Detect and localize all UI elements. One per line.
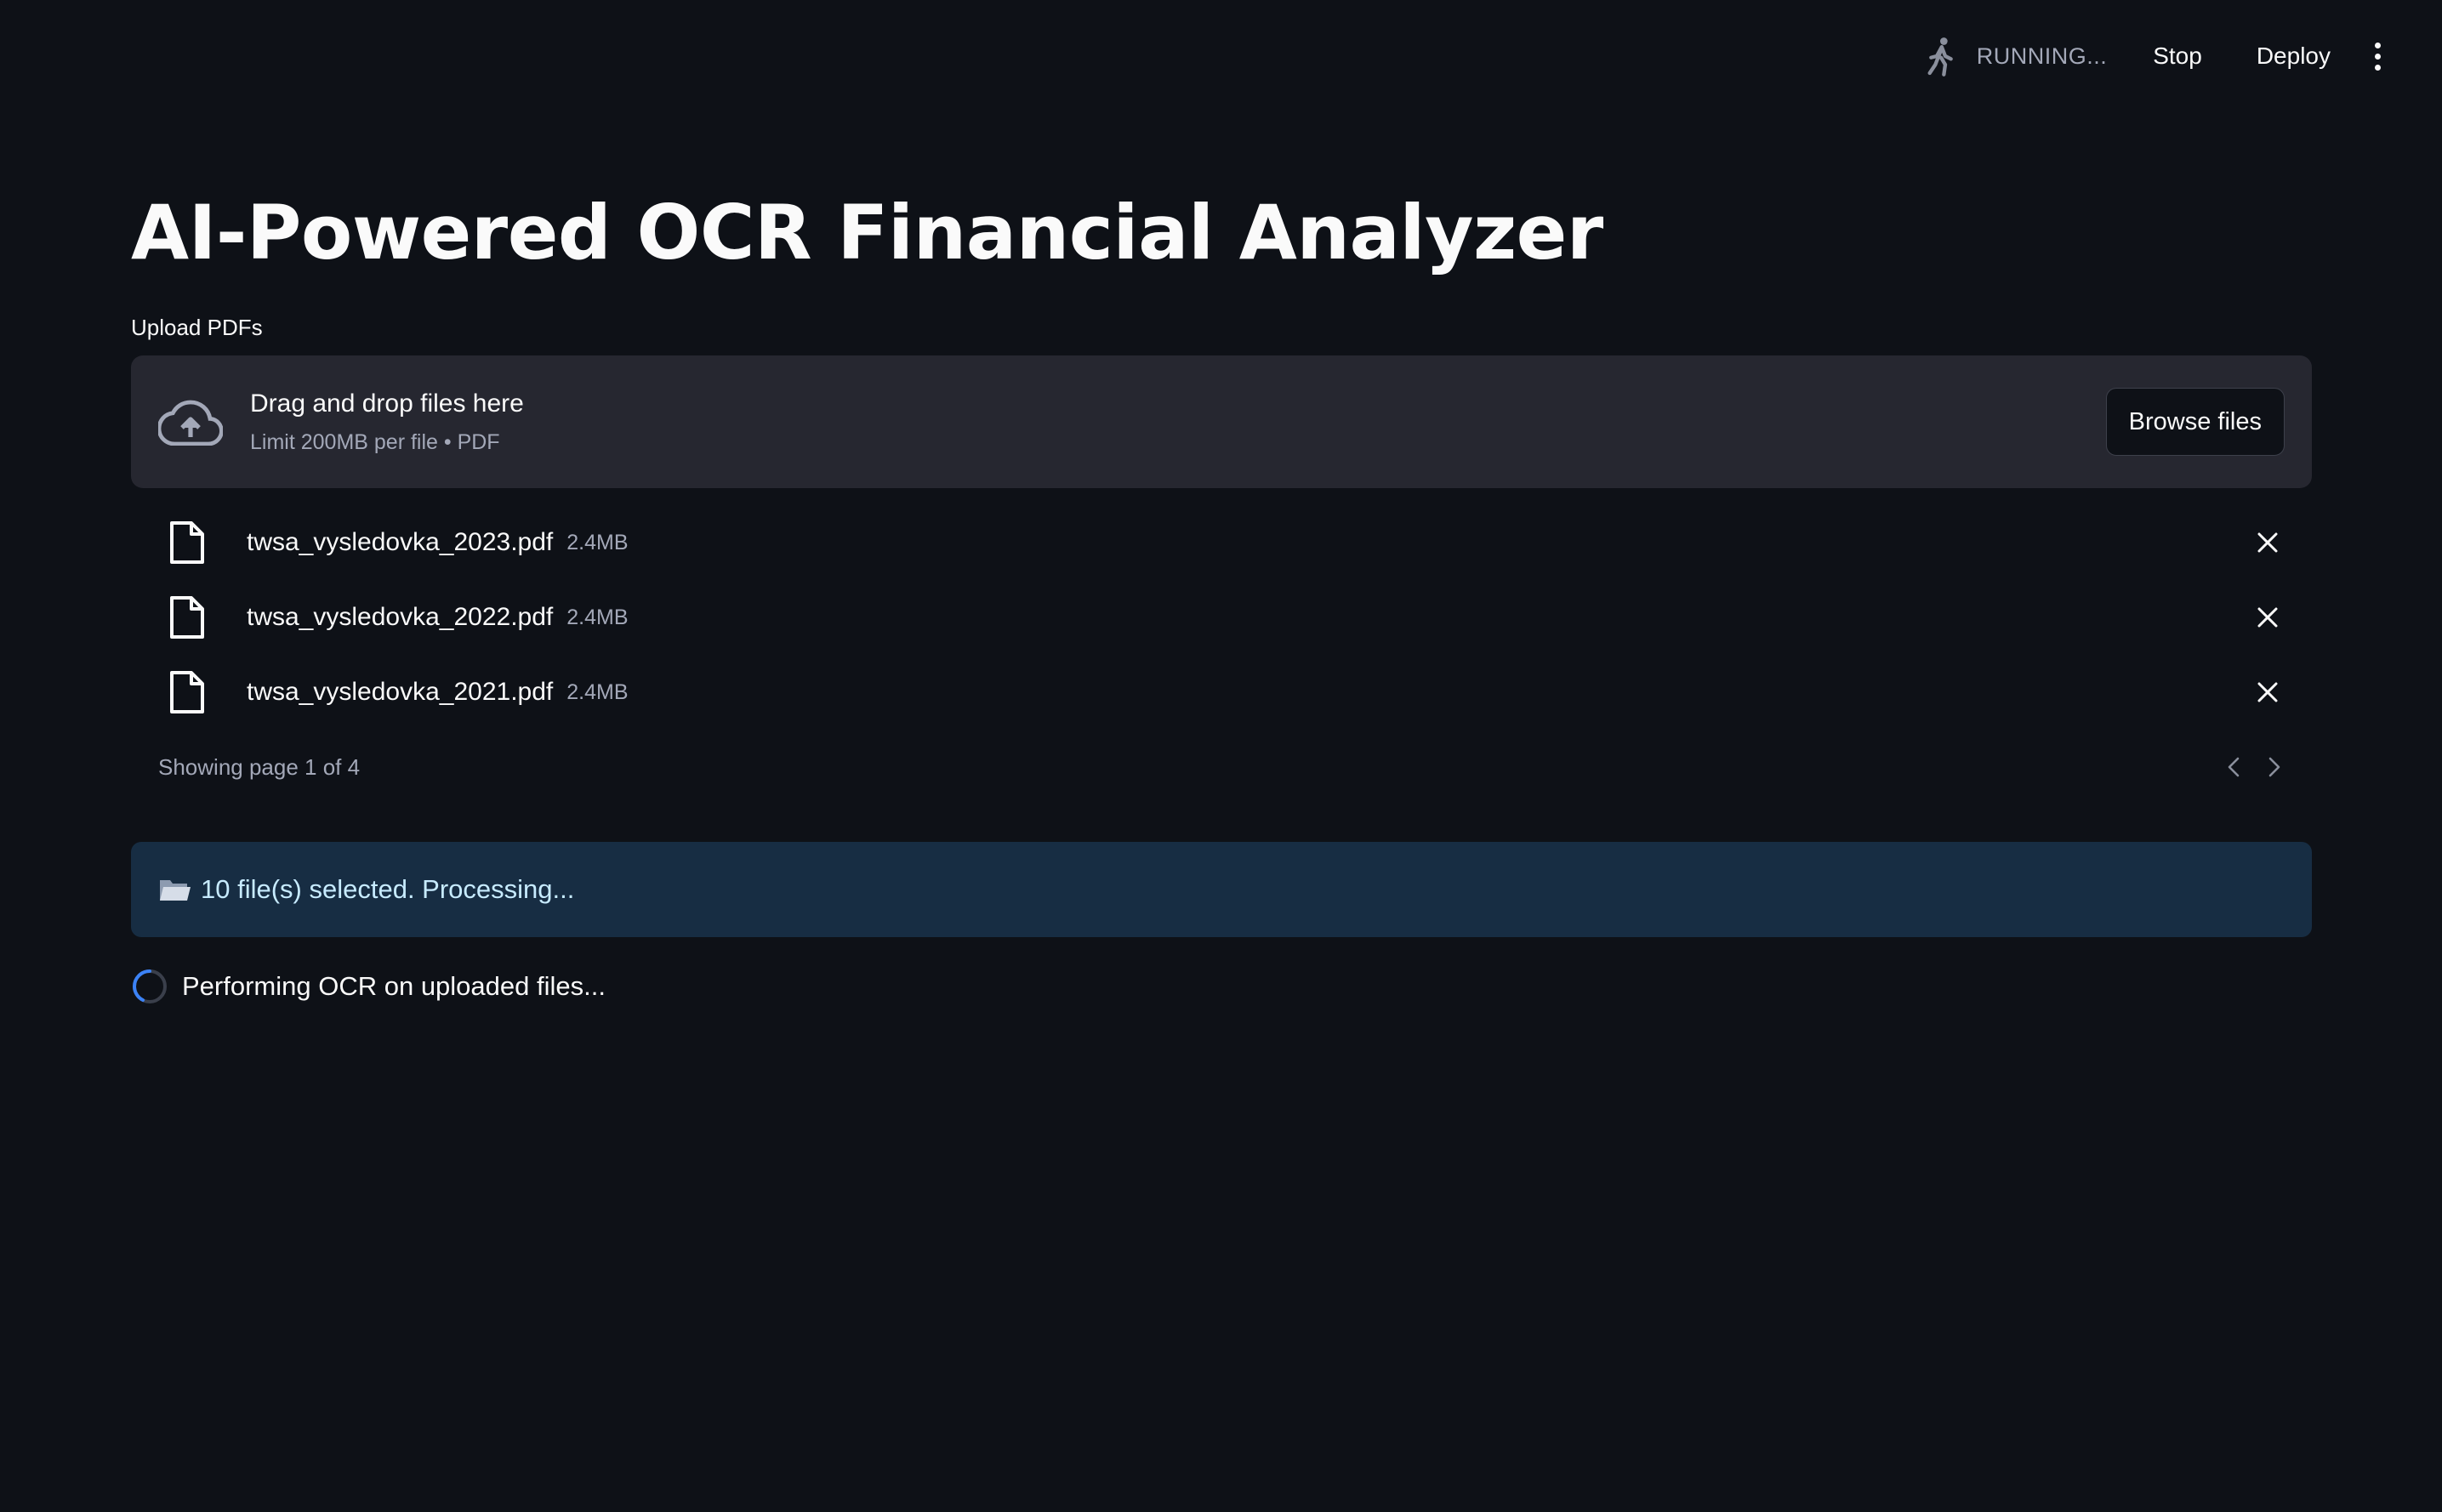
- close-icon: [2257, 532, 2278, 553]
- cloud-upload-icon: [158, 400, 223, 446]
- uploader-label: Upload PDFs: [131, 315, 263, 340]
- browse-files-button[interactable]: Browse files: [2105, 388, 2285, 456]
- file-size: 2.4MB: [566, 605, 629, 629]
- file-dropzone[interactable]: Drag and drop files here Limit 200MB per…: [131, 355, 2312, 488]
- file-icon: [170, 671, 204, 713]
- file-name: twsa_vysledovka_2022.pdf: [247, 603, 554, 631]
- remove-file-button[interactable]: [2251, 600, 2285, 634]
- file-name: twsa_vysledovka_2021.pdf: [247, 678, 554, 706]
- processing-info-text: 10 file(s) selected. Processing...: [201, 874, 575, 904]
- file-name: twsa_vysledovka_2023.pdf: [247, 528, 554, 556]
- file-row: twsa_vysledovka_2021.pdf 2.4MB: [131, 655, 2312, 730]
- remove-file-button[interactable]: [2251, 675, 2285, 709]
- stop-button[interactable]: Stop: [2141, 34, 2214, 78]
- spinner-text: Performing OCR on uploaded files...: [182, 971, 606, 1001]
- page-title: AI-Powered OCR Financial Analyzer: [131, 189, 1603, 276]
- pagination-text: Showing page 1 of 4: [158, 753, 361, 780]
- file-size: 2.4MB: [566, 679, 629, 704]
- file-pagination: Showing page 1 of 4: [158, 748, 2285, 786]
- status-text: RUNNING...: [1976, 43, 2108, 69]
- chevron-left-icon[interactable]: [2223, 754, 2244, 780]
- dropzone-instructions: Drag and drop files here: [250, 389, 524, 418]
- file-row: twsa_vysledovka_2022.pdf 2.4MB: [131, 580, 2312, 655]
- close-icon: [2257, 682, 2278, 702]
- dropzone-text: Drag and drop files here Limit 200MB per…: [250, 389, 524, 455]
- running-status: RUNNING...: [1924, 36, 2108, 77]
- uploaded-file-list: twsa_vysledovka_2023.pdf 2.4MB twsa_vysl…: [131, 505, 2312, 730]
- remove-file-button[interactable]: [2251, 526, 2285, 560]
- deploy-button[interactable]: Deploy: [2245, 34, 2342, 78]
- chevron-right-icon[interactable]: [2264, 754, 2285, 780]
- app-root: RUNNING... Stop Deploy AI-Powered OCR Fi…: [0, 0, 2442, 1512]
- loading-spinner-icon: [132, 969, 167, 1003]
- file-icon: [170, 521, 204, 564]
- dropzone-limit: Limit 200MB per file • PDF: [250, 429, 500, 454]
- close-icon: [2257, 607, 2278, 628]
- folder-icon: [160, 880, 191, 901]
- kebab-menu-icon[interactable]: [2366, 36, 2389, 77]
- top-toolbar: RUNNING... Stop Deploy: [0, 0, 2442, 112]
- running-person-icon: [1927, 37, 1953, 77]
- pagination-nav: [2223, 754, 2285, 780]
- file-icon: [170, 596, 204, 639]
- file-size: 2.4MB: [566, 530, 629, 554]
- processing-info-alert: 10 file(s) selected. Processing...: [131, 842, 2312, 937]
- ocr-spinner: Performing OCR on uploaded files...: [131, 968, 606, 1005]
- file-row: twsa_vysledovka_2023.pdf 2.4MB: [131, 505, 2312, 580]
